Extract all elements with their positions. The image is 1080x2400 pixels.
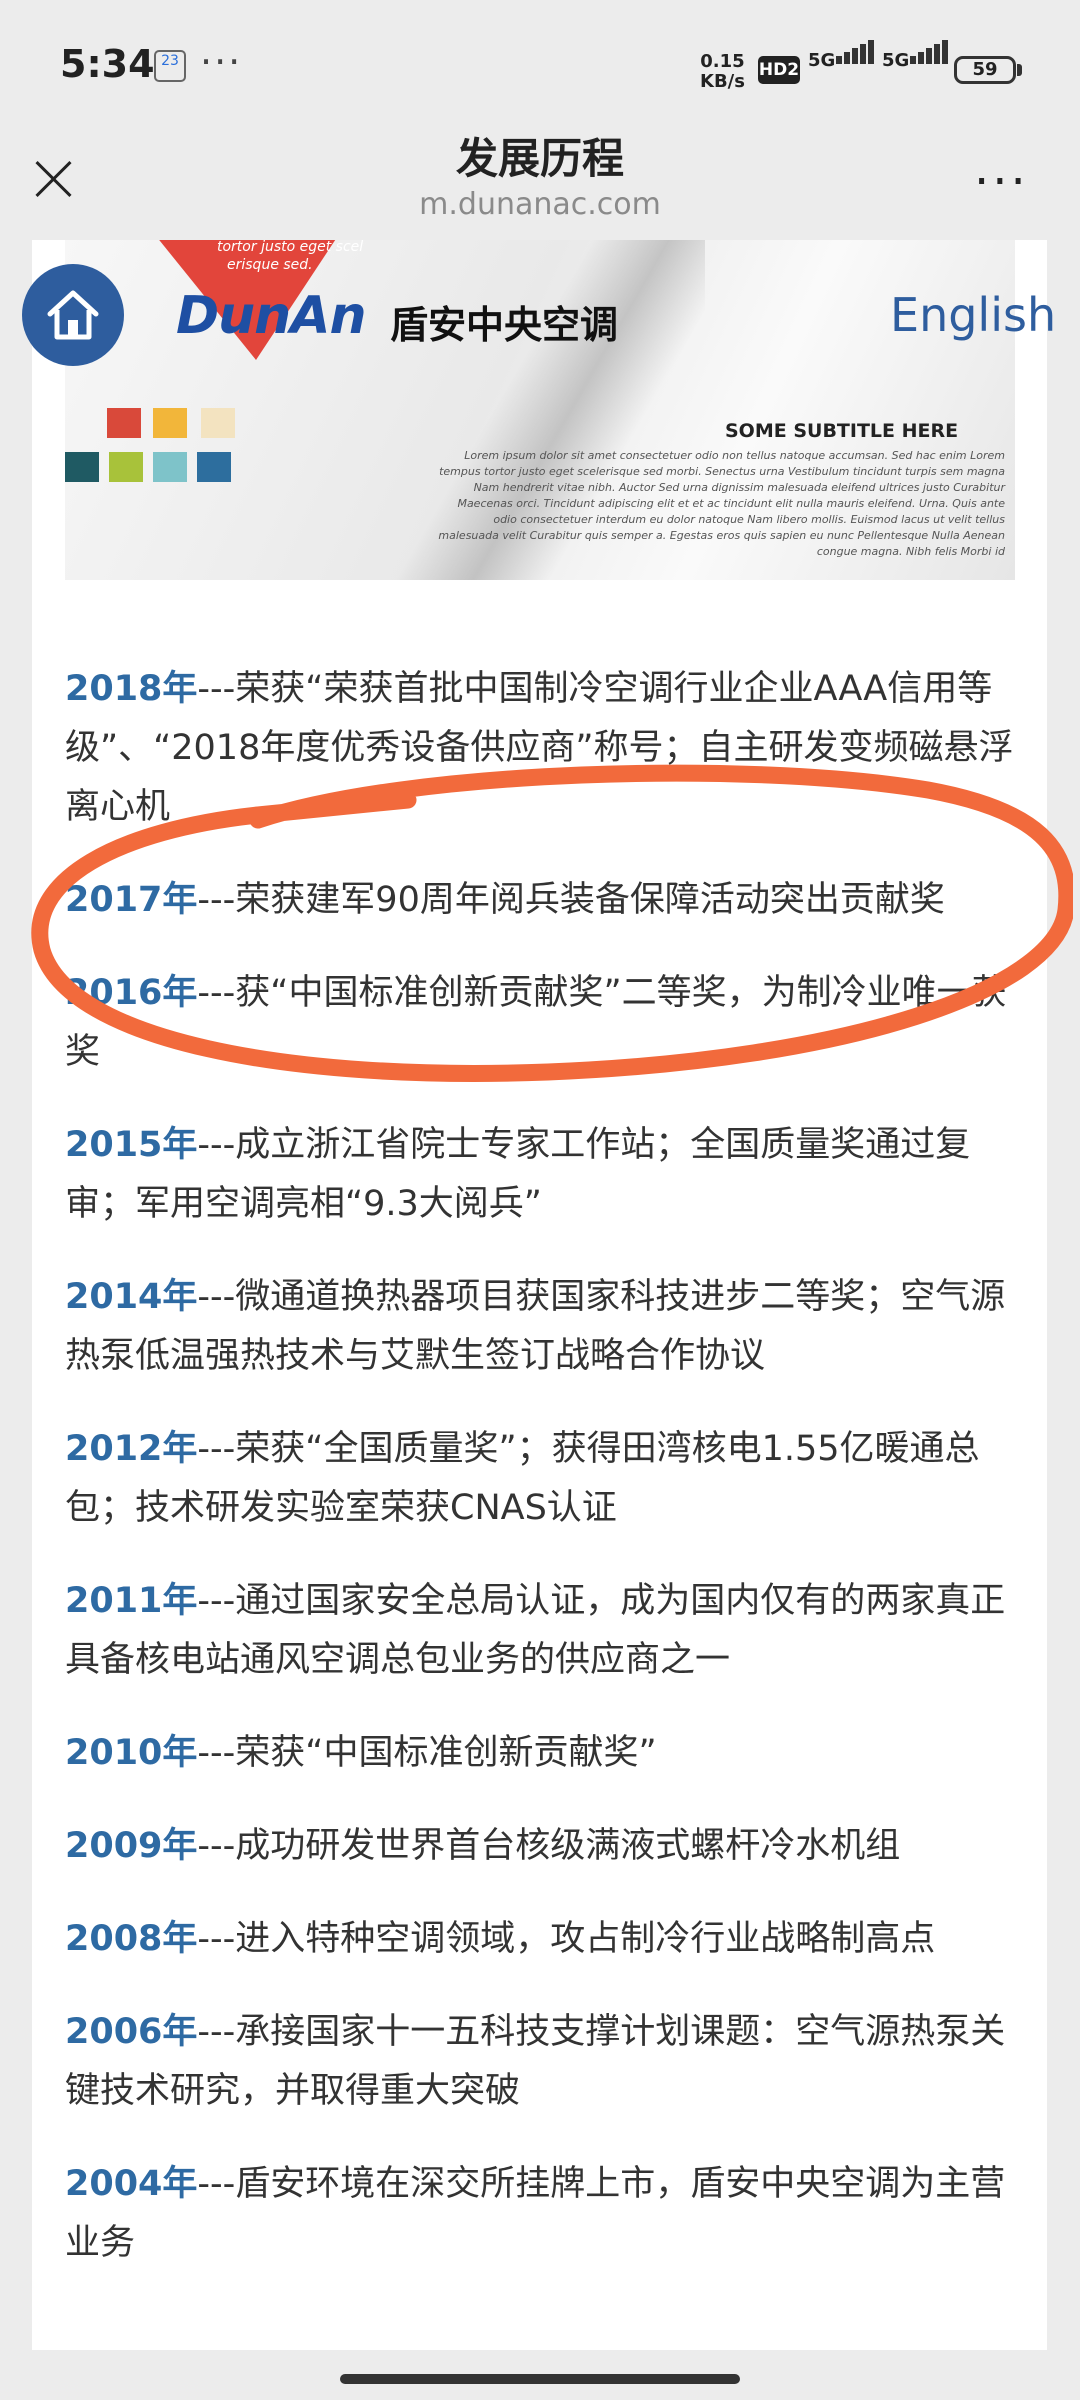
page-url: m.dunanac.com	[419, 187, 661, 222]
timeline-text: ---获“中国标准创新贡献奖”二等奖，为制冷业唯一获奖	[65, 973, 1007, 1072]
banner-subtitle: SOME SUBTITLE HERE	[725, 420, 959, 442]
banner-square	[153, 452, 187, 482]
timeline-year: 2009年	[65, 1826, 198, 1866]
banner-square	[65, 452, 99, 482]
battery-tip	[1017, 64, 1022, 76]
timeline-text: ---成功研发世界首台核级满液式螺杆冷水机组	[197, 1826, 901, 1866]
timeline-text: ---进入特种空调领域，攻占制冷行业战略制高点	[197, 1919, 936, 1959]
banner-red-text-line2: erisque sed.	[227, 257, 313, 273]
timeline-year: 2018年	[65, 669, 198, 709]
timeline-entry: 2016年---获“中国标准创新贡献奖”二等奖，为制冷业唯一获奖	[65, 964, 1015, 1082]
network-speed-value: 0.15	[700, 51, 745, 72]
banner-lorem-text: Lorem ipsum dolor sit amet consectetuer …	[438, 449, 1005, 558]
timeline-entry: 2012年---荣获“全国质量奖”；获得田湾核电1.55亿暖通总包；技术研发实验…	[65, 1420, 1015, 1538]
browser-title-bar: 发展历程 m.dunanac.com ···	[0, 115, 1080, 240]
logo-cn: 盾安中央空调	[390, 303, 619, 347]
timeline-year: 2010年	[65, 1733, 198, 1773]
timeline-year: 2006年	[65, 2012, 198, 2052]
timeline-text: ---承接国家十一五科技支撑计划课题：空气源热泵关键技术研究，并取得重大突破	[65, 2012, 1006, 2111]
hd-voice-badge: HD2	[758, 56, 800, 84]
home-indicator[interactable]	[340, 2374, 740, 2384]
timeline-entry: 2018年---荣获“荣获首批中国制冷空调行业企业AAA信用等级”、“2018年…	[65, 660, 1015, 837]
page-content: tortor justo eget scel erisque sed. SOME…	[32, 240, 1047, 2350]
battery-icon: 59	[954, 56, 1016, 84]
timeline-year: 2012年	[65, 1429, 198, 1469]
network-speed: 0.15 KB/s	[700, 52, 745, 92]
timeline-text: ---荣获“全国质量奖”；获得田湾核电1.55亿暖通总包；技术研发实验室荣获CN…	[65, 1429, 980, 1528]
home-button[interactable]	[22, 264, 124, 366]
notification-more-icon: ···	[200, 40, 243, 84]
page-title: 发展历程	[455, 134, 624, 183]
timeline-year: 2015年	[65, 1125, 198, 1165]
timeline-year: 2011年	[65, 1581, 198, 1621]
timeline-entry: 2010年---荣获“中国标准创新贡献奖”	[65, 1724, 1015, 1783]
english-language-link[interactable]: English	[890, 288, 1056, 342]
timeline-text: ---荣获“荣获首批中国制冷空调行业企业AAA信用等级”、“2018年度优秀设备…	[65, 669, 1014, 827]
timeline-entry: 2004年---盾安环境在深交所挂牌上市，盾安中央空调为主营业务	[65, 2155, 1015, 2273]
timeline-year: 2016年	[65, 973, 198, 1013]
home-icon	[47, 290, 99, 340]
timeline-year: 2008年	[65, 1919, 198, 1959]
timeline-text: ---荣获建军90周年阅兵装备保障活动突出贡献奖	[197, 880, 945, 920]
banner-square	[109, 452, 143, 482]
timeline-entry: 2015年---成立浙江省院士专家工作站；全国质量奖通过复审；军用空调亮相“9.…	[65, 1116, 1015, 1234]
timeline-entry: 2006年---承接国家十一五科技支撑计划课题：空气源热泵关键技术研究，并取得重…	[65, 2003, 1015, 2121]
timeline-text: ---通过国家安全总局认证，成为国内仅有的两家真正具备核电站通风空调总包业务的供…	[65, 1581, 1006, 1680]
calendar-icon: 23	[154, 50, 186, 82]
banner-square	[197, 452, 231, 482]
signal-1-label: 5G	[808, 50, 836, 71]
timeline-year: 2014年	[65, 1277, 198, 1317]
status-bar: 5:34 23 ··· 0.15 KB/s HD2 5G 5G 59	[0, 0, 1080, 130]
timeline-text: ---微通道换热器项目获国家科技进步二等奖；空气源热泵低温强热技术与艾默生签订战…	[65, 1277, 1006, 1376]
banner-square	[107, 408, 141, 438]
timeline-text: ---盾安环境在深交所挂牌上市，盾安中央空调为主营业务	[65, 2164, 1006, 2263]
more-options-icon[interactable]: ···	[974, 158, 1029, 206]
clock: 5:34	[60, 42, 155, 86]
timeline-entry: 2014年---微通道换热器项目获国家科技进步二等奖；空气源热泵低温强热技术与艾…	[65, 1268, 1015, 1386]
timeline-text: ---荣获“中国标准创新贡献奖”	[197, 1733, 657, 1773]
timeline-list: 2018年---荣获“荣获首批中国制冷空调行业企业AAA信用等级”、“2018年…	[65, 660, 1015, 2307]
timeline-entry: 2008年---进入特种空调领域，攻占制冷行业战略制高点	[65, 1910, 1015, 1969]
banner-square	[201, 408, 235, 438]
logo-en: DunAn	[176, 286, 366, 346]
banner-square	[153, 408, 187, 438]
timeline-entry: 2009年---成功研发世界首台核级满液式螺杆冷水机组	[65, 1817, 1015, 1876]
banner-red-text-line1: tortor justo eget scel	[217, 240, 364, 255]
timeline-text: ---成立浙江省院士专家工作站；全国质量奖通过复审；军用空调亮相“9.3大阅兵”	[65, 1125, 971, 1224]
network-speed-unit: KB/s	[700, 71, 745, 92]
banner-red-text: tortor justo eget scel erisque sed.	[217, 240, 363, 274]
timeline-entry: 2011年---通过国家安全总局认证，成为国内仅有的两家真正具备核电站通风空调总…	[65, 1572, 1015, 1690]
timeline-year: 2004年	[65, 2164, 198, 2204]
timeline-year: 2017年	[65, 880, 198, 920]
timeline-entry: 2017年---荣获建军90周年阅兵装备保障活动突出贡献奖	[65, 871, 1015, 930]
signal-2-label: 5G	[882, 50, 910, 71]
